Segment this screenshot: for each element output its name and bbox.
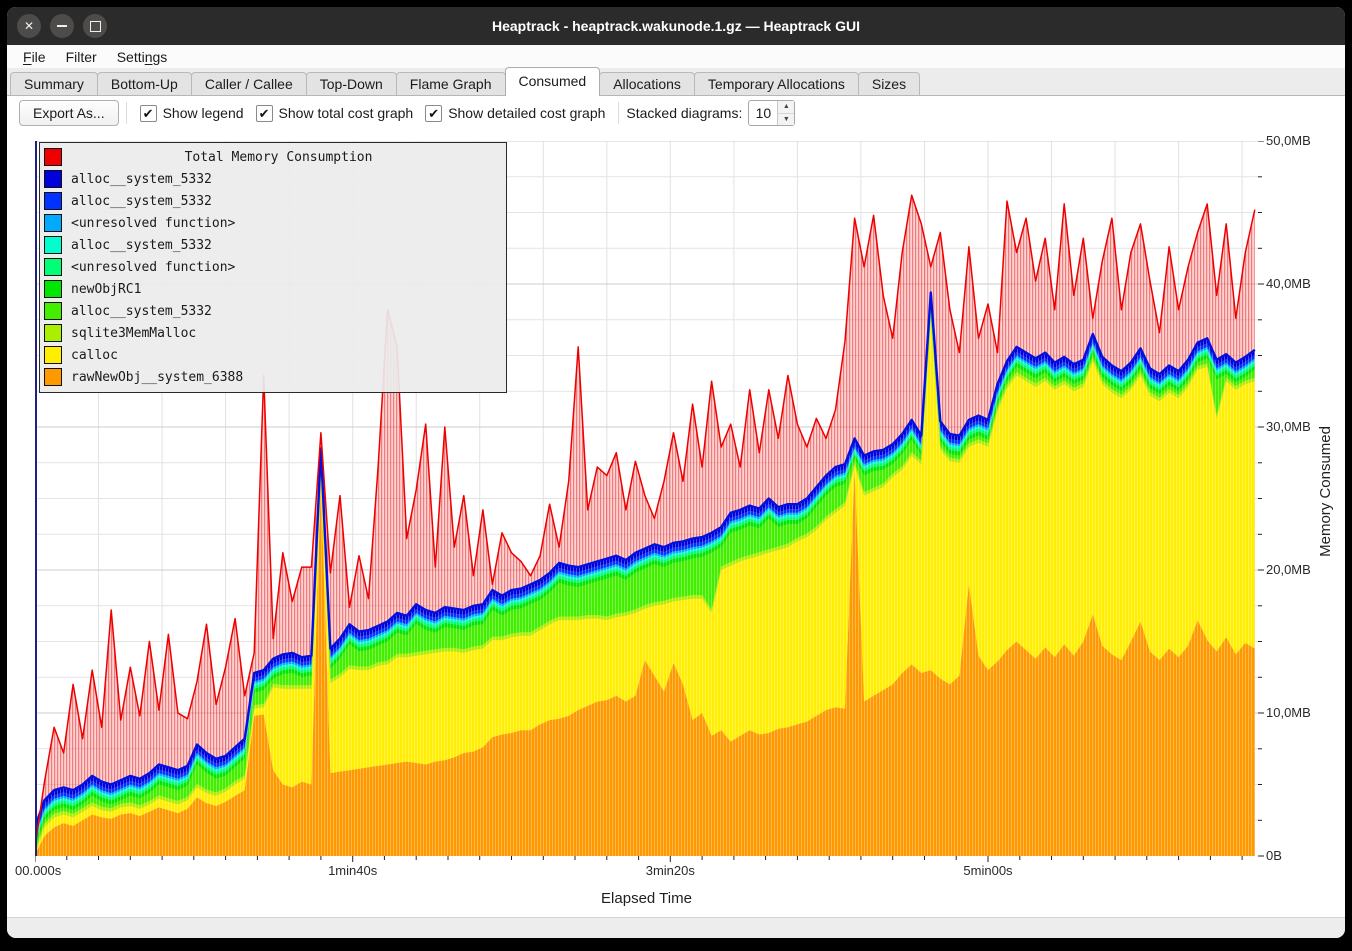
tab-bottom-up[interactable]: Bottom-Up	[97, 72, 192, 96]
title-bar: ✕ Heaptrack - heaptrack.wakunode.1.gz — …	[7, 7, 1345, 45]
legend-label: sqlite3MemMalloc	[71, 326, 196, 341]
legend-label: calloc	[71, 348, 118, 363]
y-tick-label: 50,0MB	[1266, 133, 1311, 148]
checkmark-icon: ✔	[140, 105, 157, 122]
checkmark-icon: ✔	[256, 105, 273, 122]
y-tick-label: 40,0MB	[1266, 276, 1311, 291]
maximize-button[interactable]	[83, 14, 107, 38]
tab-consumed[interactable]: Consumed	[505, 67, 601, 96]
menu-item-filter[interactable]: Filter	[56, 48, 107, 66]
y-tick-label: 10,0MB	[1266, 705, 1311, 720]
legend-label: Total Memory Consumption	[71, 150, 506, 165]
spinner-up-icon[interactable]: ▲	[778, 101, 794, 114]
stacked-diagrams-stepper[interactable]: 10 ▲ ▼	[748, 100, 795, 126]
minimize-icon	[57, 25, 67, 27]
spinner-down-icon[interactable]: ▼	[778, 114, 794, 126]
consumed-chart: Total Memory Consumption alloc__system_53…	[7, 130, 1345, 917]
legend-label: rawNewObj__system_6388	[71, 370, 243, 385]
checkbox-label: Show detailed cost graph	[448, 105, 605, 121]
legend-item: alloc__system_5332	[40, 234, 506, 256]
legend-swatch-icon	[44, 214, 62, 232]
checkbox-show-total-cost-graph[interactable]: ✔ Show total cost graph	[256, 105, 414, 122]
legend-label: alloc__system_5332	[71, 194, 212, 209]
legend-swatch-icon	[44, 346, 62, 364]
tab-caller-callee[interactable]: Caller / Callee	[191, 72, 307, 96]
legend-item: <unresolved function>	[40, 256, 506, 278]
legend-item: alloc__system_5332	[40, 190, 506, 212]
x-tick-label: 00.000s	[15, 863, 61, 878]
tab-allocations[interactable]: Allocations	[599, 72, 695, 96]
stacked-diagrams-label: Stacked diagrams:	[626, 105, 742, 121]
menu-bar: FileFilterSettings	[7, 45, 1345, 68]
legend-item: newObjRC1	[40, 278, 506, 300]
y-tick-label: 30,0MB	[1266, 419, 1311, 434]
checkmark-icon: ✔	[425, 105, 442, 122]
legend-item: calloc	[40, 344, 506, 366]
window-title: Heaptrack - heaptrack.wakunode.1.gz — He…	[7, 18, 1345, 34]
legend-label: <unresolved function>	[71, 260, 235, 275]
app-window: ✕ Heaptrack - heaptrack.wakunode.1.gz — …	[7, 7, 1345, 938]
tab-top-down[interactable]: Top-Down	[306, 72, 397, 96]
menu-item-settings[interactable]: Settings	[107, 48, 178, 66]
checkbox-show-legend[interactable]: ✔ Show legend	[140, 105, 244, 122]
export-as-button[interactable]: Export As...	[19, 100, 119, 126]
status-bar	[7, 917, 1345, 938]
legend-label: alloc__system_5332	[71, 304, 212, 319]
chart-legend: Total Memory Consumption alloc__system_53…	[39, 142, 507, 393]
minimize-button[interactable]	[50, 14, 74, 38]
toolbar: Export As... ✔ Show legend ✔ Show total cos…	[7, 96, 1345, 130]
legend-item: sqlite3MemMalloc	[40, 322, 506, 344]
legend-title-row: Total Memory Consumption	[40, 146, 506, 168]
x-tick-label: 1min40s	[293, 863, 413, 878]
legend-swatch-icon	[44, 324, 62, 342]
x-tick-label: 3min20s	[610, 863, 730, 878]
tab-temporary-allocations[interactable]: Temporary Allocations	[694, 72, 859, 96]
legend-item: rawNewObj__system_6388	[40, 366, 506, 388]
window-controls: ✕	[17, 14, 107, 38]
legend-swatch-icon	[44, 302, 62, 320]
y-tick-label: 20,0MB	[1266, 562, 1311, 577]
toolbar-separator	[126, 102, 127, 124]
tab-bar: SummaryBottom-UpCaller / CalleeTop-DownF…	[7, 68, 1345, 96]
legend-label: newObjRC1	[71, 282, 141, 297]
close-button[interactable]: ✕	[17, 14, 41, 38]
legend-item: alloc__system_5332	[40, 300, 506, 322]
legend-item: alloc__system_5332	[40, 168, 506, 190]
tab-sizes[interactable]: Sizes	[858, 72, 920, 96]
maximize-icon	[90, 21, 101, 32]
legend-swatch-icon	[44, 236, 62, 254]
toolbar-separator	[618, 102, 619, 124]
legend-swatch-icon	[44, 170, 62, 188]
legend-swatch-icon	[44, 192, 62, 210]
legend-swatch-icon	[44, 258, 62, 276]
menu-item-file[interactable]: File	[13, 48, 56, 66]
checkbox-show-detailed-cost-graph[interactable]: ✔ Show detailed cost graph	[425, 105, 605, 122]
x-tick-label: 5min00s	[928, 863, 1048, 878]
close-icon: ✕	[24, 19, 34, 33]
tab-summary[interactable]: Summary	[10, 72, 98, 96]
legend-swatch-icon	[44, 148, 62, 166]
legend-label: alloc__system_5332	[71, 172, 212, 187]
x-axis-title: Elapsed Time	[35, 890, 1258, 907]
checkbox-label: Show legend	[163, 105, 244, 121]
checkbox-label: Show total cost graph	[279, 105, 414, 121]
legend-item: <unresolved function>	[40, 212, 506, 234]
legend-swatch-icon	[44, 280, 62, 298]
stacked-diagrams-value: 10	[749, 101, 777, 125]
y-tick-label: 0B	[1266, 848, 1282, 863]
y-axis-title: Memory Consumed	[1317, 130, 1334, 853]
legend-label: alloc__system_5332	[71, 238, 212, 253]
legend-swatch-icon	[44, 368, 62, 386]
legend-label: <unresolved function>	[71, 216, 235, 231]
tab-flame-graph[interactable]: Flame Graph	[396, 72, 506, 96]
